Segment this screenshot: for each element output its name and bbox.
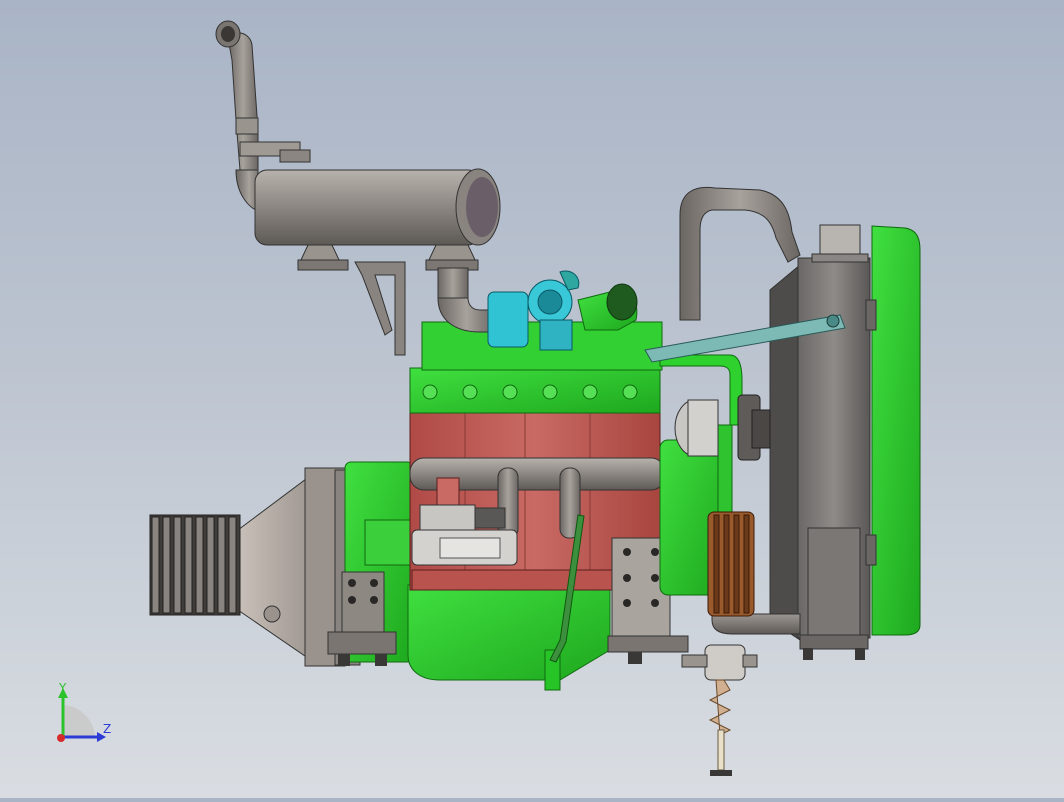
throttle-solenoid[interactable] — [681, 644, 758, 776]
crank-pulley[interactable] — [707, 511, 755, 617]
radiator[interactable] — [769, 224, 871, 660]
y-axis-label: Y — [58, 681, 67, 695]
coordinate-triad: Y Z — [57, 681, 111, 742]
z-axis-label: Z — [103, 722, 111, 736]
starter-motor[interactable] — [411, 504, 518, 566]
x-axis-dot — [57, 734, 65, 742]
oil-pan[interactable] — [407, 584, 611, 691]
cylinder-head[interactable] — [409, 321, 663, 414]
fan-pulley[interactable] — [737, 394, 771, 461]
alternator[interactable] — [674, 399, 719, 457]
muffler[interactable] — [254, 168, 501, 271]
air-intake-elbow[interactable] — [577, 283, 638, 331]
drive-pulley[interactable] — [149, 514, 241, 616]
muffler-bracket — [354, 261, 406, 356]
fan-shroud[interactable] — [865, 225, 921, 636]
cad-viewport[interactable]: Y Z — [0, 0, 1064, 798]
